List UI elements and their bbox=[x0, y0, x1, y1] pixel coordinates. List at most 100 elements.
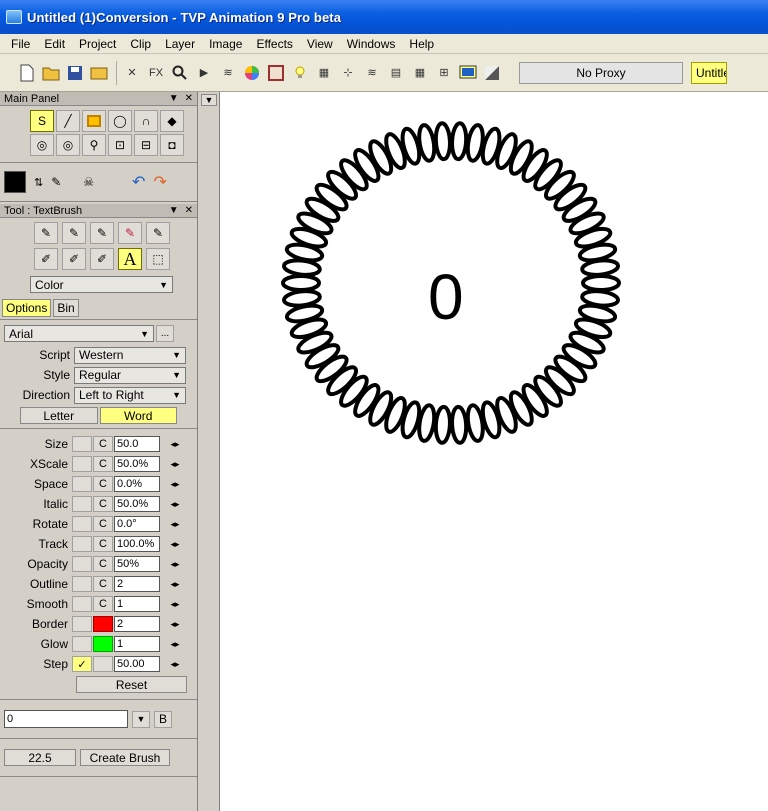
tool-panel-menu-icon[interactable]: ▼ bbox=[169, 205, 179, 216]
param-slider-arrows-icon[interactable]: ◂▸ bbox=[166, 559, 184, 570]
color-mode-dropdown[interactable]: Color ▼ bbox=[30, 276, 173, 293]
frame-icon[interactable] bbox=[265, 62, 287, 84]
rectangle-tool-icon[interactable] bbox=[82, 110, 106, 132]
angle-field[interactable]: 22.5 bbox=[4, 749, 76, 766]
split-view-icon[interactable]: ⊞ bbox=[433, 62, 455, 84]
script-dropdown[interactable]: Western ▼ bbox=[74, 346, 186, 364]
redo-icon[interactable]: ↷ bbox=[153, 172, 166, 192]
param-curve-button[interactable]: C bbox=[93, 556, 113, 572]
param-slider-arrows-icon[interactable]: ◂▸ bbox=[166, 519, 184, 530]
param-lock-box[interactable] bbox=[72, 636, 92, 652]
param-lock-box[interactable] bbox=[72, 616, 92, 632]
transform-icon[interactable]: ⊹ bbox=[337, 62, 359, 84]
param-slider-arrows-icon[interactable]: ◂▸ bbox=[166, 579, 184, 590]
menu-windows[interactable]: Windows bbox=[340, 37, 403, 51]
panel-close-icon[interactable]: ✕ bbox=[185, 93, 193, 104]
oil-brush-icon[interactable]: ✐ bbox=[62, 248, 86, 270]
param-value-input[interactable]: 50.0 bbox=[114, 436, 160, 452]
custom-brush-icon[interactable]: ⬚ bbox=[146, 248, 170, 270]
pen-brush-icon[interactable]: ✎ bbox=[62, 222, 86, 244]
param-value-input[interactable]: 1 bbox=[114, 636, 160, 652]
param-lock-box[interactable] bbox=[72, 516, 92, 532]
text-brush-icon[interactable]: A bbox=[118, 248, 142, 270]
document-tab[interactable]: Untitled bbox=[691, 61, 727, 84]
param-lock-box[interactable] bbox=[72, 556, 92, 572]
zoom-icon[interactable] bbox=[169, 62, 191, 84]
new-file-icon[interactable] bbox=[16, 62, 38, 84]
pencil-brush-icon[interactable]: ✎ bbox=[34, 222, 58, 244]
param-lock-box[interactable] bbox=[72, 536, 92, 552]
eraser-tool-icon[interactable]: ◆ bbox=[160, 110, 184, 132]
play-icon[interactable]: ▶ bbox=[193, 62, 215, 84]
tab-options[interactable]: Options bbox=[2, 299, 52, 317]
font-dropdown[interactable]: Arial ▼ bbox=[4, 325, 154, 342]
panel-menu-icon[interactable]: ▼ bbox=[169, 93, 179, 104]
param-lock-box[interactable] bbox=[72, 596, 92, 612]
param-value-input[interactable]: 0.0° bbox=[114, 516, 160, 532]
menu-image[interactable]: Image bbox=[202, 37, 249, 51]
line-tool-icon[interactable]: ╱ bbox=[56, 110, 80, 132]
layout-panel-icon[interactable]: ▤ bbox=[385, 62, 407, 84]
primary-color-swatch[interactable] bbox=[4, 171, 26, 193]
bucket-tool-icon[interactable]: ◘ bbox=[160, 134, 184, 156]
menu-effects[interactable]: Effects bbox=[249, 37, 299, 51]
color-wheel-icon[interactable] bbox=[241, 62, 263, 84]
grid-icon[interactable]: ▦ bbox=[313, 62, 335, 84]
param-slider-arrows-icon[interactable]: ◂▸ bbox=[166, 639, 184, 650]
border-color-swatch[interactable] bbox=[93, 616, 113, 632]
direction-dropdown[interactable]: Left to Right ▼ bbox=[74, 386, 186, 404]
reset-button[interactable]: Reset bbox=[76, 676, 187, 693]
pick-tool-icon[interactable]: ⚲ bbox=[82, 134, 106, 156]
param-lock-box[interactable] bbox=[72, 496, 92, 512]
word-button[interactable]: Word bbox=[99, 407, 177, 424]
spline-tool-icon[interactable]: ∩ bbox=[134, 110, 158, 132]
lasso-tool-icon[interactable]: ◎ bbox=[30, 134, 54, 156]
font-browse-button[interactable]: ... bbox=[156, 325, 174, 342]
freehand-tool-icon[interactable]: S bbox=[30, 110, 54, 132]
param-curve-button[interactable]: C bbox=[93, 516, 113, 532]
param-lock-box[interactable] bbox=[72, 436, 92, 452]
stack-icon[interactable]: ≋ bbox=[361, 62, 383, 84]
monitor-icon[interactable] bbox=[457, 62, 479, 84]
step-checkbox-checkmark-icon[interactable]: ✓ bbox=[72, 656, 92, 672]
proxy-selector[interactable]: No Proxy bbox=[519, 61, 683, 84]
param-slider-arrows-icon[interactable]: ◂▸ bbox=[166, 539, 184, 550]
crayon-brush-icon[interactable]: ✎ bbox=[146, 222, 170, 244]
layers-icon[interactable]: ≋ bbox=[217, 62, 239, 84]
param-lock-box[interactable] bbox=[72, 476, 92, 492]
skull-icon[interactable]: ☠ bbox=[83, 175, 94, 189]
letter-button[interactable]: Letter bbox=[20, 407, 98, 424]
ellipse-tool-icon[interactable]: ◯ bbox=[108, 110, 132, 132]
param-slider-arrows-icon[interactable]: ◂▸ bbox=[166, 439, 184, 450]
menu-layer[interactable]: Layer bbox=[158, 37, 202, 51]
paint-brush-icon[interactable]: ✐ bbox=[34, 248, 58, 270]
crop-tool-icon[interactable]: ⊡ bbox=[108, 134, 132, 156]
tool-panel-close-icon[interactable]: ✕ bbox=[185, 205, 193, 216]
text-input[interactable]: 0 bbox=[4, 710, 128, 728]
bold-button[interactable]: B bbox=[154, 710, 172, 728]
menu-edit[interactable]: Edit bbox=[37, 37, 72, 51]
menu-clip[interactable]: Clip bbox=[123, 37, 158, 51]
param-value-input[interactable]: 1 bbox=[114, 596, 160, 612]
drawing-canvas[interactable]: 0 bbox=[219, 92, 768, 811]
param-slider-arrows-icon[interactable]: ◂▸ bbox=[166, 599, 184, 610]
watercolor-brush-icon[interactable]: ✐ bbox=[90, 248, 114, 270]
create-brush-button[interactable]: Create Brush bbox=[80, 749, 170, 766]
airbrush-icon[interactable]: ✎ bbox=[118, 222, 142, 244]
param-value-input[interactable]: 50.0% bbox=[114, 456, 160, 472]
menu-project[interactable]: Project bbox=[72, 37, 123, 51]
light-bulb-icon[interactable] bbox=[289, 62, 311, 84]
param-slider-arrows-icon[interactable]: ◂▸ bbox=[166, 479, 184, 490]
param-value-input[interactable]: 2 bbox=[114, 576, 160, 592]
magic-wand-tool-icon[interactable]: ◎ bbox=[56, 134, 80, 156]
color-swap-icon[interactable]: ⇅ bbox=[34, 176, 43, 189]
tab-bin[interactable]: Bin bbox=[53, 299, 79, 317]
gradient-icon[interactable] bbox=[481, 62, 503, 84]
style-dropdown[interactable]: Regular ▼ bbox=[74, 366, 186, 384]
menu-help[interactable]: Help bbox=[402, 37, 441, 51]
glow-color-swatch[interactable] bbox=[93, 636, 113, 652]
param-slider-arrows-icon[interactable]: ◂▸ bbox=[166, 619, 184, 630]
satellite-icon[interactable]: ✕ bbox=[121, 62, 143, 84]
param-curve-button[interactable]: C bbox=[93, 536, 113, 552]
warp-tool-icon[interactable]: ⊟ bbox=[134, 134, 158, 156]
